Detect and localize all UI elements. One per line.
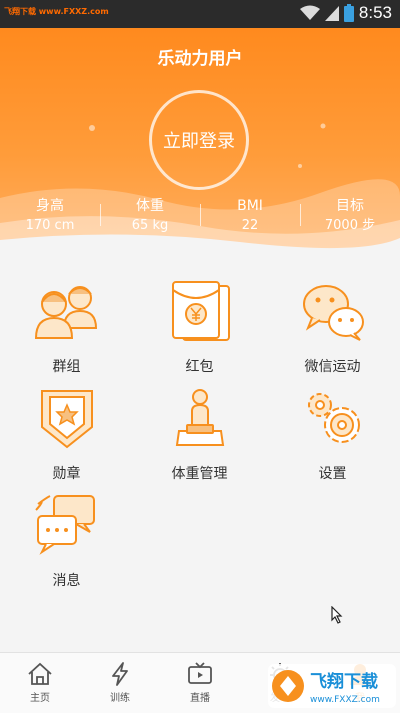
profile-header: 乐动力用户 立即登录 身高 170 cm 体重 65 kg BMI 22 目标 … bbox=[0, 28, 400, 258]
logo-watermark-main: 飞翔下载 bbox=[310, 671, 378, 692]
stat-weight[interactable]: 体重 65 kg bbox=[100, 196, 200, 240]
gears-icon bbox=[307, 393, 360, 443]
tab-label: 训练 bbox=[110, 693, 130, 704]
stat-label: 身高 bbox=[36, 198, 64, 214]
body-stats: 身高 170 cm 体重 65 kg BMI 22 目标 7000 步 bbox=[0, 196, 400, 240]
tile-wechat-sport[interactable]: 微信运动 bbox=[266, 280, 399, 380]
home-icon bbox=[28, 662, 52, 685]
stat-height[interactable]: 身高 170 cm bbox=[0, 196, 100, 240]
stat-value: 170 cm bbox=[25, 218, 75, 233]
tile-settings[interactable]: 设置 bbox=[266, 387, 399, 487]
stat-label: 目标 bbox=[336, 198, 364, 214]
wechat-icon bbox=[302, 285, 364, 341]
tile-medal[interactable]: 勋章 bbox=[0, 387, 133, 487]
tab-live[interactable]: 直播 bbox=[160, 653, 240, 713]
status-icons: 8:53 bbox=[299, 3, 392, 23]
tile-label: 红包 bbox=[185, 359, 214, 375]
username: 乐动力用户 bbox=[157, 49, 243, 69]
tile-label: 微信运动 bbox=[304, 359, 361, 375]
login-button[interactable]: 立即登录 bbox=[149, 90, 249, 190]
tile-label: 消息 bbox=[52, 573, 81, 589]
tile-label: 勋章 bbox=[52, 466, 81, 482]
logo-watermark: 飞翔下载 www.FXXZ.com bbox=[268, 664, 396, 708]
login-button-label: 立即登录 bbox=[163, 131, 235, 152]
message-icon bbox=[34, 495, 95, 555]
signal-icon bbox=[324, 6, 339, 21]
status-bar: 飞翔下载 www.FXXZ.com 8:53 bbox=[0, 0, 400, 28]
tv-icon bbox=[188, 662, 212, 684]
weight-scale-icon bbox=[175, 389, 224, 446]
tile-group[interactable]: 群组 bbox=[0, 280, 133, 380]
tile-red-envelope[interactable]: 红包 bbox=[133, 280, 266, 380]
status-time: 8:53 bbox=[358, 3, 392, 22]
tab-training[interactable]: 训练 bbox=[80, 653, 160, 713]
tile-label: 设置 bbox=[318, 466, 347, 482]
medal-icon bbox=[40, 390, 93, 449]
stat-bmi[interactable]: BMI 22 bbox=[200, 196, 300, 240]
tile-messages[interactable]: 消息 bbox=[0, 494, 133, 594]
tile-label: 群组 bbox=[52, 359, 81, 375]
tile-label: 体重管理 bbox=[171, 466, 228, 482]
tab-home[interactable]: 主页 bbox=[0, 653, 80, 713]
stat-value: 22 bbox=[241, 218, 259, 233]
logo-watermark-sub: www.FXXZ.com bbox=[310, 695, 380, 705]
battery-icon bbox=[343, 4, 354, 22]
stat-goal[interactable]: 目标 7000 步 bbox=[300, 196, 400, 240]
tile-weight-management[interactable]: 体重管理 bbox=[133, 387, 266, 487]
stat-label: 体重 bbox=[136, 198, 164, 214]
mouse-cursor-icon bbox=[331, 606, 343, 624]
group-icon bbox=[34, 286, 97, 339]
lightning-icon bbox=[112, 662, 128, 686]
wifi-icon bbox=[299, 5, 320, 20]
tab-label: 主页 bbox=[30, 693, 50, 704]
status-watermark: 飞翔下载 www.FXXZ.com bbox=[4, 7, 109, 16]
tab-label: 直播 bbox=[190, 693, 210, 704]
stat-value: 65 kg bbox=[131, 218, 169, 233]
red-envelope-icon bbox=[171, 281, 230, 341]
stat-value: 7000 步 bbox=[324, 218, 376, 233]
stat-label: BMI bbox=[237, 198, 263, 214]
